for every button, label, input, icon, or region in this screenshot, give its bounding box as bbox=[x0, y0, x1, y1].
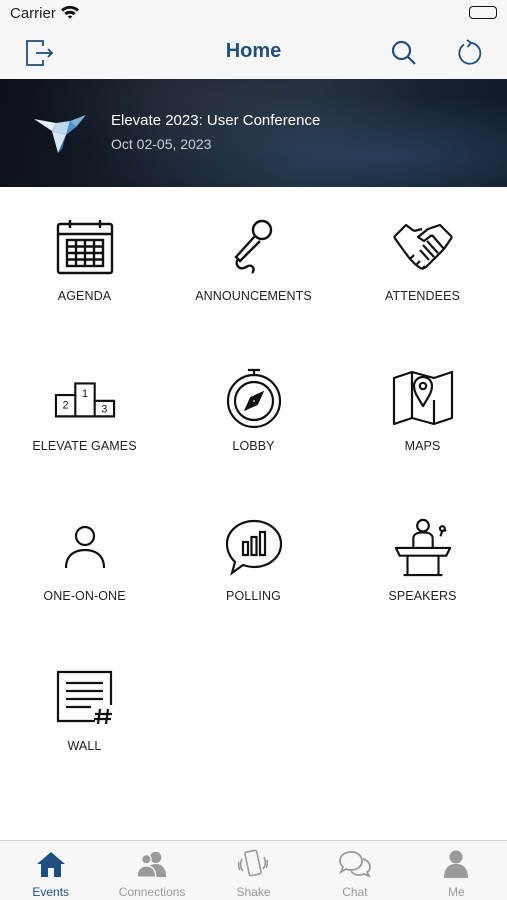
tile-agenda[interactable]: AGENDA bbox=[0, 187, 169, 337]
home-icon bbox=[35, 849, 67, 879]
wifi-icon bbox=[60, 4, 80, 25]
microphone-icon bbox=[223, 215, 285, 279]
tile-speakers[interactable]: SPEAKERS bbox=[338, 487, 507, 637]
refresh-button[interactable] bbox=[452, 36, 486, 70]
chat-bubbles-icon bbox=[338, 849, 371, 879]
poll-chat-icon bbox=[223, 515, 285, 579]
svg-text:2: 2 bbox=[62, 400, 68, 412]
tab-label: Connections bbox=[118, 885, 186, 899]
tile-polling[interactable]: POLLING bbox=[169, 487, 338, 637]
tile-lobby[interactable]: LOBBY bbox=[169, 337, 338, 487]
tile-label: LOBBY bbox=[232, 439, 275, 453]
tab-chat[interactable]: Chat bbox=[304, 841, 405, 900]
status-bar: Carrier bbox=[0, 0, 507, 28]
tile-label: ATTENDEES bbox=[385, 289, 460, 303]
calendar-icon bbox=[54, 215, 116, 279]
compass-icon bbox=[223, 365, 285, 429]
tile-label: POLLING bbox=[226, 589, 281, 603]
tab-label: Shake bbox=[236, 885, 271, 899]
svg-text:1: 1 bbox=[82, 388, 88, 400]
tile-announcements[interactable]: ANNOUNCEMENTS bbox=[169, 187, 338, 337]
tile-wall[interactable]: WALL bbox=[0, 637, 169, 787]
event-title: Elevate 2023: User Conference bbox=[111, 112, 321, 129]
map-pin-icon bbox=[392, 365, 454, 429]
elevate-bird-logo bbox=[32, 109, 88, 160]
tab-me[interactable]: Me bbox=[406, 841, 507, 900]
tile-label: MAPS bbox=[404, 439, 441, 453]
tab-label: Events bbox=[32, 885, 70, 899]
wall-post-icon bbox=[54, 665, 116, 729]
tile-label: ONE-ON-ONE bbox=[43, 589, 126, 603]
page-title: Home bbox=[225, 40, 282, 62]
podium-icon: 1 2 3 bbox=[54, 365, 116, 429]
refresh-icon bbox=[458, 39, 482, 65]
tile-elevate-games[interactable]: 1 2 3 ELEVATE GAMES bbox=[0, 337, 169, 487]
event-banner[interactable]: Elevate 2023: User Conference Oct 02-05,… bbox=[0, 79, 507, 187]
tab-label: Chat bbox=[342, 885, 368, 899]
tab-bar: Events Connections Shake Chat Me bbox=[0, 840, 507, 900]
tile-label: ELEVATE GAMES bbox=[32, 439, 137, 453]
event-date: Oct 02-05, 2023 bbox=[111, 136, 212, 152]
tile-attendees[interactable]: ATTENDEES bbox=[338, 187, 507, 337]
user-icon bbox=[440, 849, 472, 879]
tab-label: Me bbox=[447, 885, 465, 899]
tile-label: SPEAKERS bbox=[388, 589, 457, 603]
tab-shake[interactable]: Shake bbox=[203, 841, 304, 900]
lectern-speaker-icon bbox=[392, 515, 454, 579]
handshake-icon bbox=[392, 215, 454, 279]
tile-label: ANNOUNCEMENTS bbox=[195, 289, 312, 303]
navigation-bar: Home bbox=[0, 28, 507, 79]
carrier-label: Carrier bbox=[10, 5, 56, 22]
search-icon bbox=[391, 40, 416, 65]
shake-phone-icon bbox=[237, 849, 269, 879]
battery-icon bbox=[469, 6, 497, 19]
tab-connections[interactable]: Connections bbox=[101, 841, 202, 900]
tab-events[interactable]: Events bbox=[0, 841, 101, 900]
people-icon bbox=[136, 849, 168, 879]
svg-text:3: 3 bbox=[101, 404, 107, 416]
person-icon bbox=[54, 515, 116, 579]
search-button[interactable] bbox=[387, 36, 421, 70]
tile-label: AGENDA bbox=[57, 289, 112, 303]
tile-label: WALL bbox=[67, 739, 102, 753]
tile-one-on-one[interactable]: ONE-ON-ONE bbox=[0, 487, 169, 637]
tile-maps[interactable]: MAPS bbox=[338, 337, 507, 487]
